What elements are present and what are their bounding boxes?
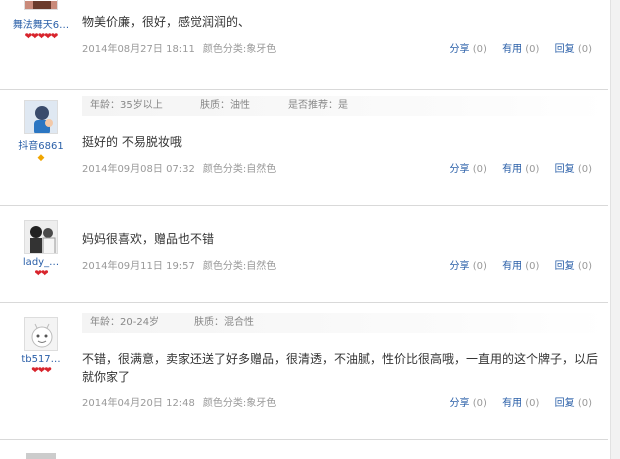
review-item: 年龄：35岁以上 肤质：油性 是否推荐：是 抖音6861 ◆ 挺好的 不易脱妆哦… — [0, 90, 608, 206]
username[interactable]: tb517… — [0, 354, 82, 365]
share-button[interactable]: 分享 (0) — [450, 257, 487, 272]
review-color: 颜色分类:自然色 — [202, 261, 277, 272]
review-item: 舞法舞天6… ❤❤❤❤❤ 物美价廉，很好，感觉润润的、 2014年08月27日 … — [0, 0, 608, 90]
share-label: 分享 — [449, 398, 470, 409]
review-info: 2014年08月27日 18:11 颜色分类:象牙色 — [82, 40, 276, 55]
review-color: 颜色分类:象牙色 — [202, 398, 277, 409]
share-button[interactable]: 分享 (0) — [450, 160, 487, 175]
review-item: 年龄：20-24岁 肤质：混合性 tb517… ❤❤❤ 不错，很满意，卖家还送了… — [0, 303, 608, 440]
reply-count: (0) — [577, 261, 592, 272]
reviewer: 舞法舞天6… ❤❤❤❤❤ — [0, 0, 82, 42]
meta-recommend: 是否推荐：是 — [288, 100, 348, 111]
useful-count: (0) — [525, 261, 540, 272]
username[interactable]: 舞法舞天6… — [0, 16, 82, 31]
reviewer: 抖音6861 ◆ — [0, 100, 82, 163]
review-text: 不错，很满意，卖家还送了好多赠品，很清透，不油腻，性价比很高哦，一直用的这个牌子… — [82, 352, 599, 384]
share-count: (0) — [472, 164, 487, 175]
username[interactable]: lady_… — [0, 257, 82, 268]
useful-label: 有用 — [502, 398, 523, 409]
useful-label: 有用 — [502, 44, 523, 55]
share-count: (0) — [472, 398, 487, 409]
review-text: 挺好的 不易脱妆哦 — [82, 135, 182, 149]
useful-button[interactable]: 有用 (0) — [502, 394, 539, 409]
reviewer-meta: 年龄：35岁以上 肤质：油性 是否推荐：是 — [82, 96, 608, 116]
review-info: 2014年04月20日 12:48 颜色分类:象牙色 — [82, 394, 276, 409]
useful-count: (0) — [525, 44, 540, 55]
reply-label: 回复 — [554, 261, 575, 272]
review-date: 2014年08月27日 18:11 — [82, 44, 195, 55]
review-actions: 分享 (0) 有用 (0) 回复 (0) — [438, 40, 592, 55]
useful-label: 有用 — [502, 261, 523, 272]
share-count: (0) — [472, 44, 487, 55]
reviewer: tb517… ❤❤❤ — [0, 317, 82, 376]
username[interactable]: 抖音6861 — [0, 137, 82, 152]
useful-button[interactable]: 有用 (0) — [502, 160, 539, 175]
reply-button[interactable]: 回复 (0) — [555, 160, 592, 175]
avatar[interactable] — [24, 317, 58, 351]
share-button[interactable]: 分享 (0) — [450, 394, 487, 409]
avatar[interactable] — [24, 0, 58, 10]
useful-count: (0) — [525, 398, 540, 409]
reply-button[interactable]: 回复 (0) — [555, 257, 592, 272]
share-label: 分享 — [449, 164, 470, 175]
review-actions: 分享 (0) 有用 (0) 回复 (0) — [438, 257, 592, 272]
review-actions: 分享 (0) 有用 (0) 回复 (0) — [438, 160, 592, 175]
share-label: 分享 — [449, 261, 470, 272]
review-color: 颜色分类:自然色 — [202, 164, 277, 175]
reply-count: (0) — [577, 398, 592, 409]
avatar[interactable] — [24, 100, 58, 134]
reply-label: 回复 — [554, 44, 575, 55]
review-date: 2014年09月08日 07:32 — [82, 164, 195, 175]
review-actions: 分享 (0) 有用 (0) 回复 (0) — [438, 394, 592, 409]
review-list: 舞法舞天6… ❤❤❤❤❤ 物美价廉，很好，感觉润润的、 2014年08月27日 … — [0, 0, 620, 459]
avatar[interactable] — [24, 220, 58, 254]
review-item: lady_… ❤❤ 妈妈很喜欢，赠品也不错 2014年09月11日 19:57 颜… — [0, 206, 608, 303]
reply-button[interactable]: 回复 (0) — [555, 394, 592, 409]
review-color: 颜色分类:象牙色 — [202, 44, 277, 55]
reply-label: 回复 — [554, 398, 575, 409]
scrollbar[interactable] — [610, 0, 620, 459]
meta-skin: 肤质：油性 — [200, 100, 250, 111]
review-info: 2014年09月11日 19:57 颜色分类:自然色 — [82, 257, 276, 272]
rank-hearts: ❤❤❤ — [31, 366, 52, 376]
share-label: 分享 — [449, 44, 470, 55]
meta-age: 年龄：35岁以上 — [90, 100, 163, 111]
reviewer-meta: 年龄：20-24岁 肤质：混合性 — [82, 313, 608, 333]
rank-hearts: ❤❤ — [34, 269, 48, 279]
useful-label: 有用 — [502, 164, 523, 175]
reviewer: lady_… ❤❤ — [0, 220, 82, 279]
meta-age: 年龄：20-24岁 — [90, 317, 160, 328]
reply-count: (0) — [577, 44, 592, 55]
reply-label: 回复 — [554, 164, 575, 175]
rank-diamond-icon: ◆ — [37, 153, 45, 163]
reply-count: (0) — [577, 164, 592, 175]
useful-count: (0) — [525, 164, 540, 175]
rank-hearts: ❤❤❤❤❤ — [24, 32, 59, 42]
share-button[interactable]: 分享 (0) — [450, 40, 487, 55]
meta-skin: 肤质：混合性 — [194, 317, 254, 328]
useful-button[interactable]: 有用 (0) — [502, 257, 539, 272]
useful-button[interactable]: 有用 (0) — [502, 40, 539, 55]
reply-button[interactable]: 回复 (0) — [555, 40, 592, 55]
review-date: 2014年09月11日 19:57 — [82, 261, 195, 272]
review-date: 2014年04月20日 12:48 — [82, 398, 195, 409]
review-text: 物美价廉，很好，感觉润润的、 — [82, 15, 251, 29]
share-count: (0) — [472, 261, 487, 272]
review-info: 2014年09月08日 07:32 颜色分类:自然色 — [82, 160, 276, 175]
review-text: 妈妈很喜欢，赠品也不错 — [82, 232, 215, 246]
avatar[interactable] — [26, 453, 56, 459]
